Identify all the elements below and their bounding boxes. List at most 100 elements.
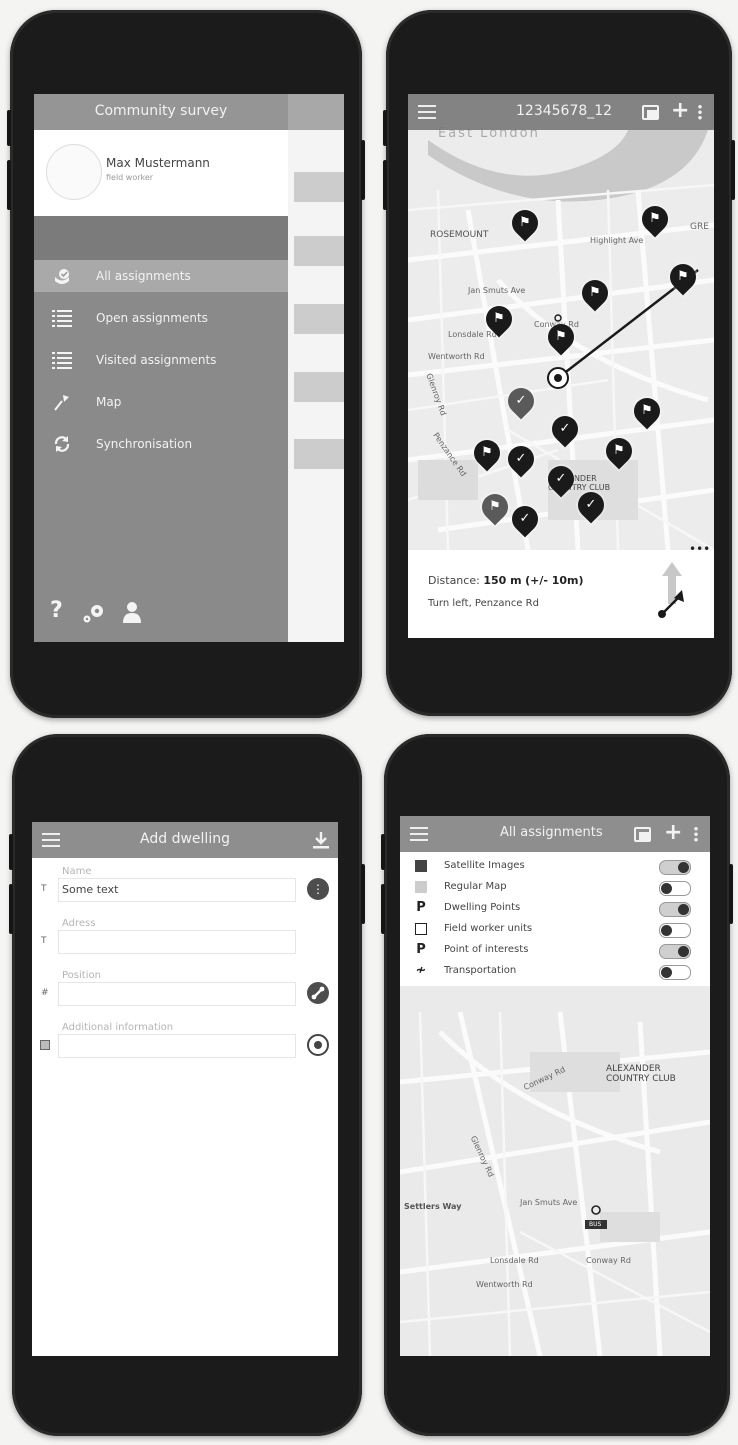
map-label-highlight: Highlight Ave <box>590 236 644 245</box>
menu-label: Visited assignments <box>96 353 217 367</box>
assignment-pin[interactable]: ⚑ <box>628 392 666 430</box>
field-label-name: Name <box>62 866 92 877</box>
form-screen: Add dwelling Name T Some text ⋮ Adress T… <box>32 822 338 1356</box>
distance-tolerance: (+/- 10m) <box>525 574 584 587</box>
menu-label: Open assignments <box>96 311 208 325</box>
background-list <box>288 94 344 642</box>
unit-square-icon <box>414 922 428 936</box>
layer-toggle[interactable] <box>659 902 691 917</box>
phone-map: East London ROSEMOUNT GRE Highlight Ave … <box>383 10 735 716</box>
layer-row-field-worker-units[interactable]: Field worker units <box>400 919 710 940</box>
distance-value: 150 m <box>483 574 522 587</box>
gps-icon[interactable] <box>307 982 329 1004</box>
menu-item-synchronisation[interactable]: Synchronisation <box>34 428 288 460</box>
layers-panel: Satellite Images Regular Map P Dwelling … <box>400 852 710 986</box>
map-label-lonsdale: Lonsdale Rd <box>490 1256 539 1265</box>
download-icon[interactable] <box>312 831 330 849</box>
app-bar: 12345678_12 + <box>408 94 714 130</box>
transport-icon: ≁ <box>415 963 427 978</box>
menu-icon[interactable] <box>418 105 436 119</box>
map-label-way: Settlers Way <box>404 1202 462 1211</box>
menu-icon[interactable] <box>410 827 428 841</box>
add-icon[interactable]: + <box>664 822 682 844</box>
field-label-additional: Additional information <box>62 1022 174 1033</box>
map-label-club: ALEXANDER COUNTRY CLUB <box>606 1064 676 1084</box>
more-options-icon[interactable]: ⋮ <box>307 878 329 900</box>
visited-pin[interactable]: ✓ <box>502 440 540 478</box>
camera-icon[interactable] <box>307 1034 329 1056</box>
layer-row-regular-map[interactable]: Regular Map <box>400 877 710 898</box>
phone-drawer: Community survey Max Mustermann field wo… <box>7 10 365 718</box>
visited-pin[interactable]: ✓ <box>572 486 610 524</box>
map-icon <box>414 880 428 894</box>
menu-item-visited-assignments[interactable]: Visited assignments <box>34 344 288 376</box>
map-label-conway-2: Conway Rd <box>586 1256 631 1265</box>
position-input[interactable] <box>58 982 296 1006</box>
assignment-pin[interactable]: ⚑ <box>480 300 518 338</box>
phone-form: Add dwelling Name T Some text ⋮ Adress T… <box>9 734 365 1436</box>
more-icon[interactable] <box>698 104 702 120</box>
map-view[interactable]: East London ROSEMOUNT GRE Highlight Ave … <box>408 126 714 550</box>
user-name: Max Mustermann <box>106 156 210 170</box>
layer-label: Transportation <box>444 965 517 976</box>
distance-label: Distance: <box>428 574 480 587</box>
visited-pin[interactable]: ✓ <box>542 460 580 498</box>
assignment-pin[interactable]: ⚑ <box>576 274 614 312</box>
field-label-address: Adress <box>62 918 96 929</box>
checklist-icon <box>52 351 72 369</box>
layers-icon[interactable] <box>634 827 651 842</box>
assignment-pin[interactable]: ⚑ <box>600 432 638 470</box>
help-icon[interactable]: ? <box>50 598 63 623</box>
map-label-rosemount: ROSEMOUNT <box>430 230 489 240</box>
layers-screen: ALEXANDER COUNTRY CLUB Conway Rd Jan Smu… <box>400 816 710 1356</box>
assignment-pin[interactable]: ⚑ <box>468 434 506 472</box>
satellite-icon <box>414 859 428 873</box>
assignment-pin[interactable]: ⚑ <box>476 488 514 526</box>
screen-title: All assignments <box>500 825 603 840</box>
menu-label: Synchronisation <box>96 437 193 451</box>
map-label-bus: BUS <box>589 1221 602 1228</box>
layer-toggle[interactable] <box>659 881 691 896</box>
drawer-title: Community survey <box>94 103 228 119</box>
user-profile[interactable]: Max Mustermann field worker <box>34 130 288 216</box>
settings-icon[interactable] <box>82 602 106 628</box>
layer-label: Field worker units <box>444 923 533 934</box>
layer-row-dwelling-points[interactable]: P Dwelling Points <box>400 898 710 919</box>
avatar <box>46 144 102 200</box>
more-options-icon[interactable]: ••• <box>689 542 710 556</box>
profile-icon[interactable] <box>122 601 142 627</box>
layer-row-satellite[interactable]: Satellite Images <box>400 856 710 877</box>
layer-toggle[interactable] <box>659 944 691 959</box>
menu-item-all-assignments[interactable]: All assignments <box>34 260 288 292</box>
distance-readout: Distance: 150 m (+/- 10m) <box>428 574 584 587</box>
assignment-pin[interactable]: ⚑ <box>664 258 702 296</box>
layer-label: Regular Map <box>444 881 507 892</box>
menu-item-open-assignments[interactable]: Open assignments <box>34 302 288 334</box>
assignment-pin[interactable]: ⚑ <box>636 200 674 238</box>
visited-pin[interactable]: ✓ <box>502 382 540 420</box>
visited-pin[interactable]: ✓ <box>546 410 584 448</box>
additional-info-input[interactable] <box>58 1034 296 1058</box>
address-input[interactable] <box>58 930 296 954</box>
more-icon[interactable] <box>694 826 698 842</box>
screen-title: 12345678_12 <box>516 103 613 119</box>
phone-layers: ALEXANDER COUNTRY CLUB Conway Rd Jan Smu… <box>381 734 733 1436</box>
layer-row-transportation[interactable]: ≁ Transportation <box>400 961 710 982</box>
map-pin-icon <box>52 393 72 411</box>
layers-icon[interactable] <box>642 105 659 120</box>
text-type-icon: T <box>41 884 47 894</box>
navigation-drawer: Community survey Max Mustermann field wo… <box>34 94 288 642</box>
layer-row-point-of-interests[interactable]: P Point of interests <box>400 940 710 961</box>
layer-toggle[interactable] <box>659 860 691 875</box>
layer-toggle[interactable] <box>659 923 691 938</box>
text-type-icon: T <box>41 936 47 946</box>
visited-pin[interactable]: ✓ <box>506 500 544 538</box>
assignment-pin[interactable]: ⚑ <box>506 204 544 242</box>
assignment-pin[interactable]: ⚑ <box>542 318 580 356</box>
drawer-screen: Community survey Max Mustermann field wo… <box>34 94 344 642</box>
layer-toggle[interactable] <box>659 965 691 980</box>
app-bar: All assignments + <box>400 816 710 852</box>
user-role: field worker <box>106 173 154 182</box>
menu-item-map[interactable]: Map <box>34 386 288 418</box>
add-icon[interactable]: + <box>671 100 689 122</box>
